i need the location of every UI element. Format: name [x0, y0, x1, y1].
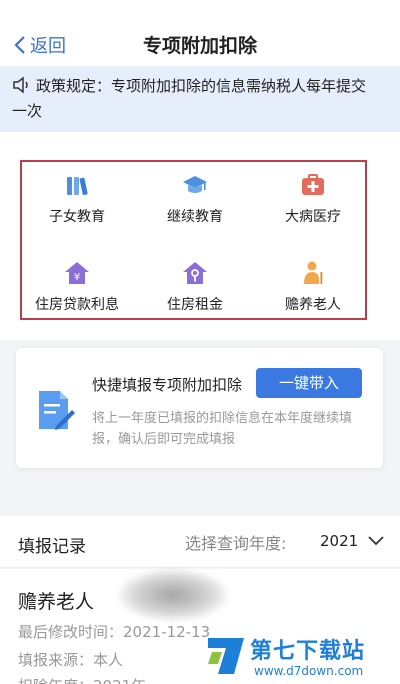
record-modified-time: 最后修改时间：2021-12-13 — [18, 623, 211, 641]
watermark-name: 第七下载站 — [250, 639, 366, 664]
page-title: 专项附加扣除 — [142, 35, 257, 57]
category-label: 赡养老人 — [285, 297, 341, 313]
records-title: 填报记录 — [18, 537, 86, 557]
graduation-cap-icon — [183, 176, 207, 193]
year-select-value[interactable]: 2021 — [320, 532, 358, 550]
record-name: 赡养老人 — [18, 591, 95, 613]
record-deduction-year: 扣除年度：2021年 — [18, 675, 146, 684]
medical-kit-icon — [302, 174, 324, 195]
records-header: 填报记录 选择查询年度: 2021 — [0, 516, 400, 568]
house-yuan-icon: ¥ — [65, 262, 89, 284]
speaker-icon — [13, 76, 28, 94]
category-label: 大病医疗 — [285, 209, 341, 225]
site-logo-icon — [208, 638, 244, 674]
year-select-label: 选择查询年度: — [185, 534, 287, 553]
notice-text: 政策规定：专项附加扣除的信息需纳税人每年提交一次 — [12, 77, 367, 120]
category-label: 子女教育 — [49, 209, 105, 225]
document-edit-icon — [39, 391, 75, 430]
category-grid: 子女教育 继续教育 大病医疗 ¥ 住房贷款利息 住房租金 赡养老人 — [20, 160, 367, 320]
category-housing-rent[interactable]: 住房租金 — [140, 260, 250, 314]
category-elderly-support[interactable]: 赡养老人 — [258, 260, 368, 314]
category-label: 继续教育 — [167, 209, 223, 225]
category-serious-illness[interactable]: 大病医疗 — [258, 172, 368, 226]
quick-fill-card: 快捷填报专项附加扣除 一键带入 将上一年度已填报的扣除信息在本年度继续填报，确认… — [16, 348, 383, 468]
books-icon — [67, 177, 88, 196]
policy-notice: 政策规定：专项附加扣除的信息需纳税人每年提交一次 — [0, 66, 400, 132]
category-housing-loan[interactable]: ¥ 住房贷款利息 — [22, 260, 132, 314]
one-click-import-button[interactable]: 一键带入 — [256, 368, 362, 398]
record-source: 填报来源：本人 — [18, 651, 124, 669]
quick-fill-title: 快捷填报专项附加扣除 — [92, 376, 243, 394]
quick-fill-description: 将上一年度已填报的扣除信息在本年度继续填报，确认后即可完成填报 — [92, 411, 353, 447]
nav-bar: 返回 专项附加扣除 — [0, 0, 400, 66]
house-key-icon — [183, 262, 207, 284]
chevron-down-icon[interactable] — [368, 536, 384, 546]
category-panel: 子女教育 继续教育 大病医疗 ¥ 住房贷款利息 住房租金 赡养老人 — [0, 132, 400, 340]
svg-text:¥: ¥ — [74, 272, 80, 283]
redacted-area — [118, 569, 228, 621]
category-label: 住房租金 — [167, 297, 223, 313]
watermark-url: www.d7down.com — [254, 664, 364, 678]
site-watermark: 第七下载站 www.d7down.com — [200, 628, 400, 684]
category-continuing-education[interactable]: 继续教育 — [140, 172, 250, 226]
category-label: 住房贷款利息 — [35, 297, 119, 313]
elderly-person-icon — [304, 261, 323, 284]
category-children-education[interactable]: 子女教育 — [22, 172, 132, 226]
